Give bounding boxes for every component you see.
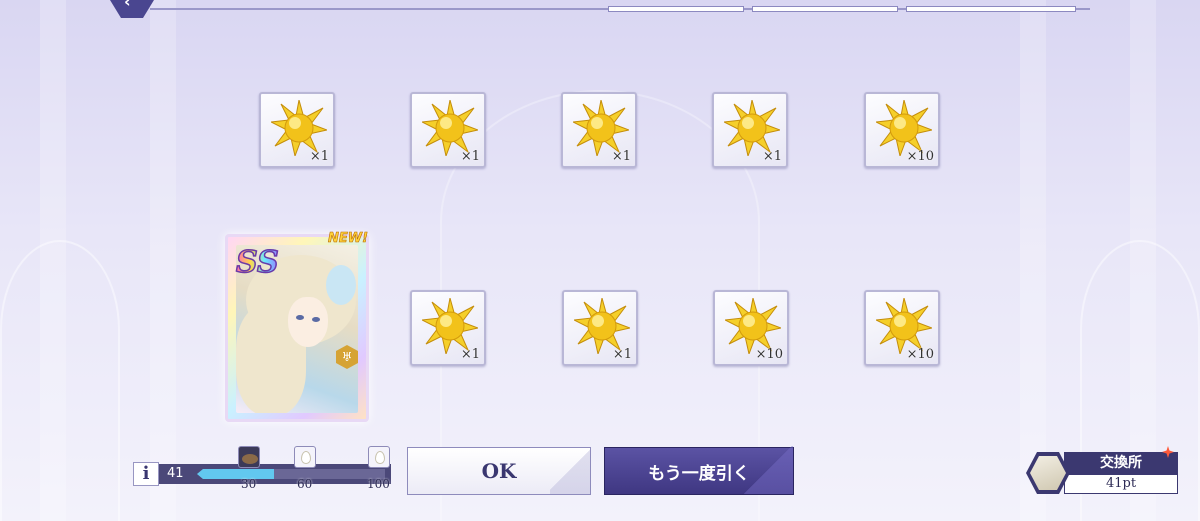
new-badge: NEW! [327,231,369,247]
progress-count: 41 [167,466,184,481]
nest-icon [242,454,258,464]
reward-quantity: ×1 [460,149,480,164]
milestone-reward-60[interactable] [294,446,316,468]
gold-crystal-icon [422,100,478,156]
reward-quantity: ×10 [906,347,934,362]
reward-tile[interactable]: ×1 [712,92,788,168]
gold-crystal-icon [573,100,629,156]
gold-crystal-icon [724,100,780,156]
gold-crystal-icon [725,298,781,354]
header-bar [150,6,1090,12]
progress-track [197,469,385,479]
gold-crystal-icon [876,298,932,354]
milestone-reward-100[interactable] [368,446,390,468]
gold-crystal-icon [422,298,478,354]
gold-crystal-icon [574,298,630,354]
gold-crystal-icon [271,100,327,156]
milestone-label-30: 30 [241,477,257,491]
character-card[interactable]: SS NEW! ♅ [225,231,369,422]
gacha-progress-bar: 41 [159,464,391,484]
exchange-points: 41pt [1064,474,1178,494]
reward-tile[interactable]: ×10 [713,290,789,366]
reward-quantity: ×1 [460,347,480,362]
exchange-title: 交換所 [1064,452,1178,474]
ok-button-label: OK [481,459,517,483]
egg-icon [375,451,385,464]
progress-fill [197,469,275,479]
reward-quantity: ×10 [755,347,783,362]
reward-tile[interactable]: ×1 [259,92,335,168]
reward-quantity: ×1 [612,347,632,362]
reward-tile[interactable]: ×1 [561,92,637,168]
exchange-shop-button[interactable]: 交換所 41pt [1024,446,1178,496]
reward-quantity: ×1 [762,149,782,164]
reward-tile[interactable]: ×1 [410,92,486,168]
reward-tile[interactable]: ×1 [562,290,638,366]
reward-quantity: ×1 [611,149,631,164]
pull-again-label: もう一度引く [648,463,750,484]
milestone-reward-30[interactable] [238,446,260,468]
rank-label: SS [235,244,279,281]
reward-quantity: ×1 [309,149,329,164]
gold-crystal-icon [876,100,932,156]
info-button[interactable]: i [133,462,159,486]
reward-tile[interactable]: ×1 [410,290,486,366]
milestone-label-100: 100 [367,477,390,491]
reward-tile[interactable]: ×10 [864,290,940,366]
reward-quantity: ×10 [906,149,934,164]
chevron-left-icon: ‹ [124,0,131,11]
milestone-label-60: 60 [297,477,313,491]
pull-again-button[interactable]: もう一度引く [604,446,794,495]
egg-icon [301,451,311,464]
ok-button[interactable]: OK [407,446,591,495]
reward-tile[interactable]: ×10 [864,92,940,168]
back-button[interactable]: ‹ [110,0,154,18]
